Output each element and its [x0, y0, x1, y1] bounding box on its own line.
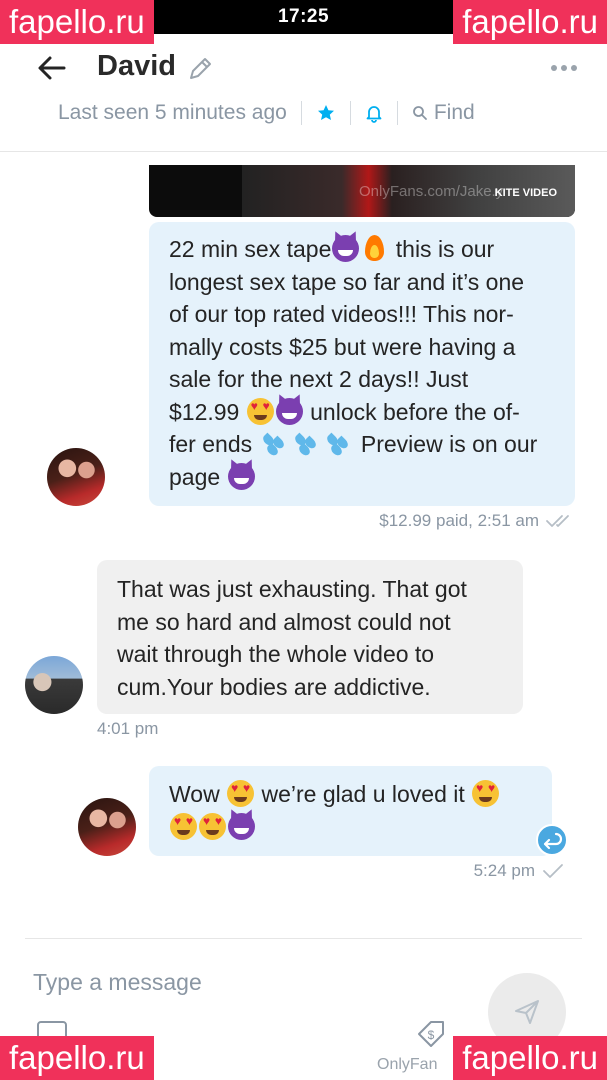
video-thumbnail[interactable]: OnlyFans.com/Jake.y KITE VIDEO: [149, 165, 575, 217]
message-bubble-outgoing[interactable]: Wow we’re glad u loved it: [149, 766, 552, 856]
smiling-devil-emoji: [275, 397, 303, 425]
video-url-watermark: OnlyFans.com/Jake.y: [359, 183, 504, 200]
price-tag-icon[interactable]: $: [415, 1018, 447, 1050]
message-line: of our top rated videos!!! This nor-: [169, 301, 514, 327]
heart-eyes-emoji: [472, 780, 500, 807]
watermark-label: fapello.ru: [453, 0, 607, 44]
watermark-label: fapello.ru: [0, 1036, 154, 1080]
video-label: KITE VIDEO: [494, 187, 557, 199]
divider: [300, 101, 302, 125]
find-label[interactable]: Find: [434, 101, 475, 125]
message-timestamp: $12.99 paid, 2:51 am: [379, 511, 539, 530]
back-arrow-icon[interactable]: [34, 50, 70, 86]
message-line: wait through the whole video to: [117, 641, 435, 667]
message-line: 22 min sex tape this is our: [169, 235, 495, 262]
watermark-label: fapello.ru: [0, 0, 154, 44]
message-meta: 5:24 pm: [474, 861, 565, 881]
message-line: longest sex tape so far and it’s one: [169, 268, 525, 295]
divider: [349, 101, 351, 125]
message-timestamp: 5:24 pm: [473, 861, 535, 880]
message-line: sale for the next 2 days!! Just: [169, 366, 469, 392]
smiling-devil-emoji: [332, 235, 360, 262]
divider: [396, 101, 398, 125]
message-meta: $12.99 paid, 2:51 am: [379, 511, 575, 531]
sweat-droplets-emoji: [324, 431, 354, 458]
chat-header: David Last seen 5 minutes ago Find: [0, 36, 607, 152]
message-line: me so hard and almost could not: [117, 608, 451, 635]
heart-eyes-emoji: [199, 812, 226, 840]
message-meta: 4:01 pm: [97, 719, 158, 739]
message-line: [169, 811, 532, 844]
smiling-devil-emoji: [227, 462, 255, 490]
message-line: Wow we’re glad u loved it: [169, 778, 532, 811]
star-icon[interactable]: [316, 103, 336, 123]
heart-eyes-emoji: [227, 780, 255, 807]
message-line: fer ends Preview is on our: [169, 431, 538, 458]
avatar[interactable]: [25, 656, 83, 714]
last-seen-text: Last seen 5 minutes ago: [58, 101, 287, 124]
svg-text:$: $: [428, 1028, 435, 1042]
heart-eyes-emoji: [246, 397, 274, 425]
sweat-droplets-emoji: [292, 431, 322, 458]
avatar[interactable]: [78, 798, 136, 856]
message-line: cum.Your bodies are addictive.: [117, 673, 431, 700]
chat-title: David: [97, 50, 176, 82]
heart-eyes-emoji: [170, 812, 197, 840]
pencil-icon[interactable]: [185, 54, 215, 84]
sweat-droplets-emoji: [260, 431, 290, 458]
bell-icon[interactable]: [365, 103, 383, 123]
send-icon: [515, 1000, 539, 1024]
double-check-icon: [546, 515, 569, 527]
message-input[interactable]: [33, 965, 453, 999]
more-dots-icon[interactable]: [549, 58, 579, 78]
message-bubble-incoming[interactable]: That was just exhausting. That got me so…: [97, 560, 523, 714]
message-line: $12.99 unlock before the of-: [169, 396, 555, 429]
message-timestamp: 4:01 pm: [97, 719, 159, 738]
composer-divider: [25, 938, 582, 939]
message-bubble-outgoing[interactable]: 22 min sex tape this is our longest sex …: [149, 222, 575, 506]
brand-watermark: OnlyFan: [377, 1056, 438, 1073]
message-line: mally costs $25 but were having a: [169, 333, 516, 360]
smiling-devil-emoji: [228, 812, 255, 840]
single-check-icon: [543, 864, 563, 878]
chat-subbar: Last seen 5 minutes ago Find: [58, 98, 475, 128]
search-icon[interactable]: [412, 105, 428, 121]
undo-reply-icon[interactable]: [536, 824, 568, 856]
watermark-label: fapello.ru: [453, 1036, 607, 1080]
avatar[interactable]: [47, 448, 105, 506]
fire-emoji: [361, 235, 388, 262]
message-line: page: [169, 461, 555, 494]
message-line: That was just exhausting. That got: [117, 576, 467, 602]
